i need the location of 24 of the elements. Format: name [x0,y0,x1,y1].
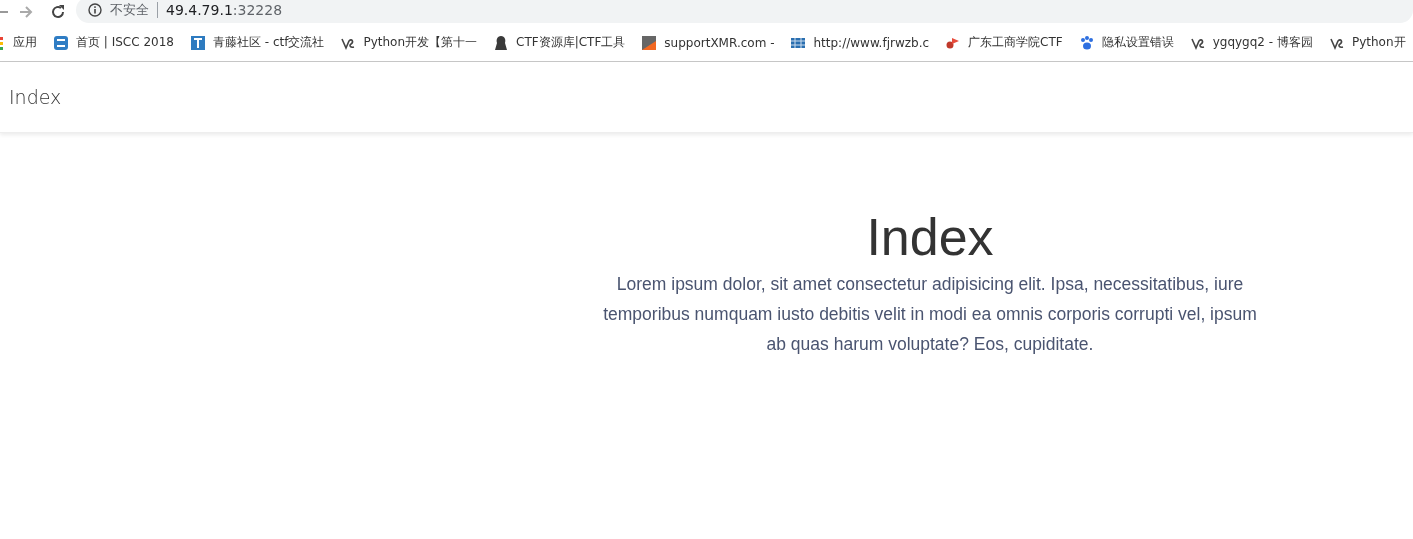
logo-icon [53,34,69,51]
bookmark-item[interactable]: 隐私设置错误 [1078,34,1182,51]
bookmark-item[interactable]: 应用 [0,34,45,51]
apps-grid-icon [0,34,6,51]
square-logo-icon [189,34,206,51]
hooded-figure-icon [493,34,510,51]
bookmark-item[interactable]: Python开 [1328,34,1413,51]
intro-paragraph: Lorem ipsum dolor, sit amet consectetur adipisicing elit. Ipsa, necessitatibus, iure temporibus numquam iusto debitis velit in modi ea omnis corporis corrupti vel, ipsum ab quas harum voluptate? Eos, cupiditate. [602,273,1258,356]
address-bar[interactable]: 不安全 49.4.79.1:32228 [76,0,1413,23]
info-icon[interactable] [88,3,102,17]
bookmark-item[interactable]: 青藤社区 - ctf交流社 [189,34,333,51]
bookmark-item[interactable]: ygqygq2 - 博客园 [1189,34,1321,51]
bookmark-item[interactable]: 首页 | ISCC 2018 [53,34,182,51]
bookmark-item[interactable]: Python开发【第十一 [340,34,486,51]
bookmark-item[interactable]: http://www.fjrwzb.c [790,34,938,51]
bookmark-item[interactable]: supportXMR.com - [641,34,783,51]
navbar-brand[interactable]: Index [9,86,62,108]
reload-icon[interactable] [50,4,66,20]
page-heading: Index [865,207,995,268]
url-text: 49.4.79.1:32228 [166,2,283,18]
bookmark-item[interactable]: CTF资源库|CTF工具 [493,34,634,51]
security-label: 不安全 [110,1,149,19]
paw-icon [1078,34,1095,51]
bookmark-item[interactable]: 广东工商学院CTF [945,34,1071,51]
